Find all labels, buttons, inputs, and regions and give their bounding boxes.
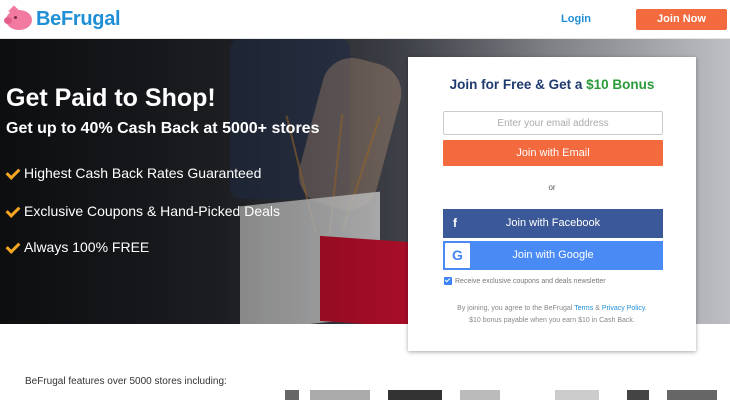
checkmark-icon — [6, 241, 18, 253]
hero-title: Get Paid to Shop! — [6, 84, 216, 112]
benefit-item: Highest Cash Back Rates Guaranteed — [6, 163, 261, 183]
email-input[interactable] — [443, 111, 663, 135]
store-logo[interactable] — [555, 390, 599, 400]
store-logo[interactable] — [285, 390, 299, 400]
or-divider: or — [548, 183, 556, 192]
logo-text: BeFrugal — [36, 7, 121, 30]
top-navigation-bar: BeFrugal Login Join Now — [0, 0, 730, 39]
benefit-text: Always 100% FREE — [24, 239, 150, 255]
hero-subtitle: Get up to 40% Cash Back at 5000+ stores — [6, 120, 320, 137]
google-button-label: Join with Google — [512, 249, 594, 261]
join-with-google-button[interactable]: G Join with Google — [443, 241, 663, 270]
newsletter-option[interactable]: Receive exclusive coupons and deals news… — [444, 277, 606, 285]
befrugal-logo[interactable]: BeFrugal — [4, 4, 121, 34]
store-logo[interactable] — [388, 390, 442, 400]
piggy-bank-icon — [4, 5, 34, 32]
benefit-text: Highest Cash Back Rates Guaranteed — [24, 165, 262, 181]
store-logos-strip — [160, 390, 730, 400]
terms-link[interactable]: Terms — [574, 305, 593, 312]
checkmark-icon — [6, 205, 18, 217]
facebook-button-label: Join with Facebook — [505, 217, 601, 229]
features-text: BeFrugal features over 5000 stores inclu… — [25, 376, 227, 387]
privacy-policy-link[interactable]: Privacy Policy — [602, 305, 645, 312]
login-link[interactable]: Login — [548, 10, 604, 28]
bonus-amount: $10 Bonus — [586, 77, 655, 92]
join-now-button[interactable]: Join Now — [636, 9, 727, 30]
newsletter-checkbox[interactable] — [444, 277, 452, 285]
benefit-text: Exclusive Coupons & Hand-Picked Deals — [24, 203, 281, 219]
newsletter-label: Receive exclusive coupons and deals news… — [455, 277, 606, 285]
signup-card: Join for Free & Get a $10 Bonus Join wit… — [408, 57, 696, 351]
benefit-item: Exclusive Coupons & Hand-Picked Deals — [6, 201, 280, 221]
checkmark-icon — [6, 167, 18, 179]
store-logo[interactable] — [627, 390, 649, 400]
store-logo[interactable] — [310, 390, 370, 400]
store-logo[interactable] — [667, 390, 717, 400]
join-with-facebook-button[interactable]: f Join with Facebook — [443, 209, 663, 238]
join-with-email-button[interactable]: Join with Email — [443, 140, 663, 166]
store-logo[interactable] — [460, 390, 500, 400]
benefit-item: Always 100% FREE — [6, 237, 149, 257]
signup-title: Join for Free & Get a $10 Bonus — [449, 77, 655, 92]
terms-notice: By joining, you agree to the BeFrugal Te… — [457, 305, 647, 324]
bonus-note: $10 bonus payable when you earn $10 in C… — [469, 317, 635, 324]
